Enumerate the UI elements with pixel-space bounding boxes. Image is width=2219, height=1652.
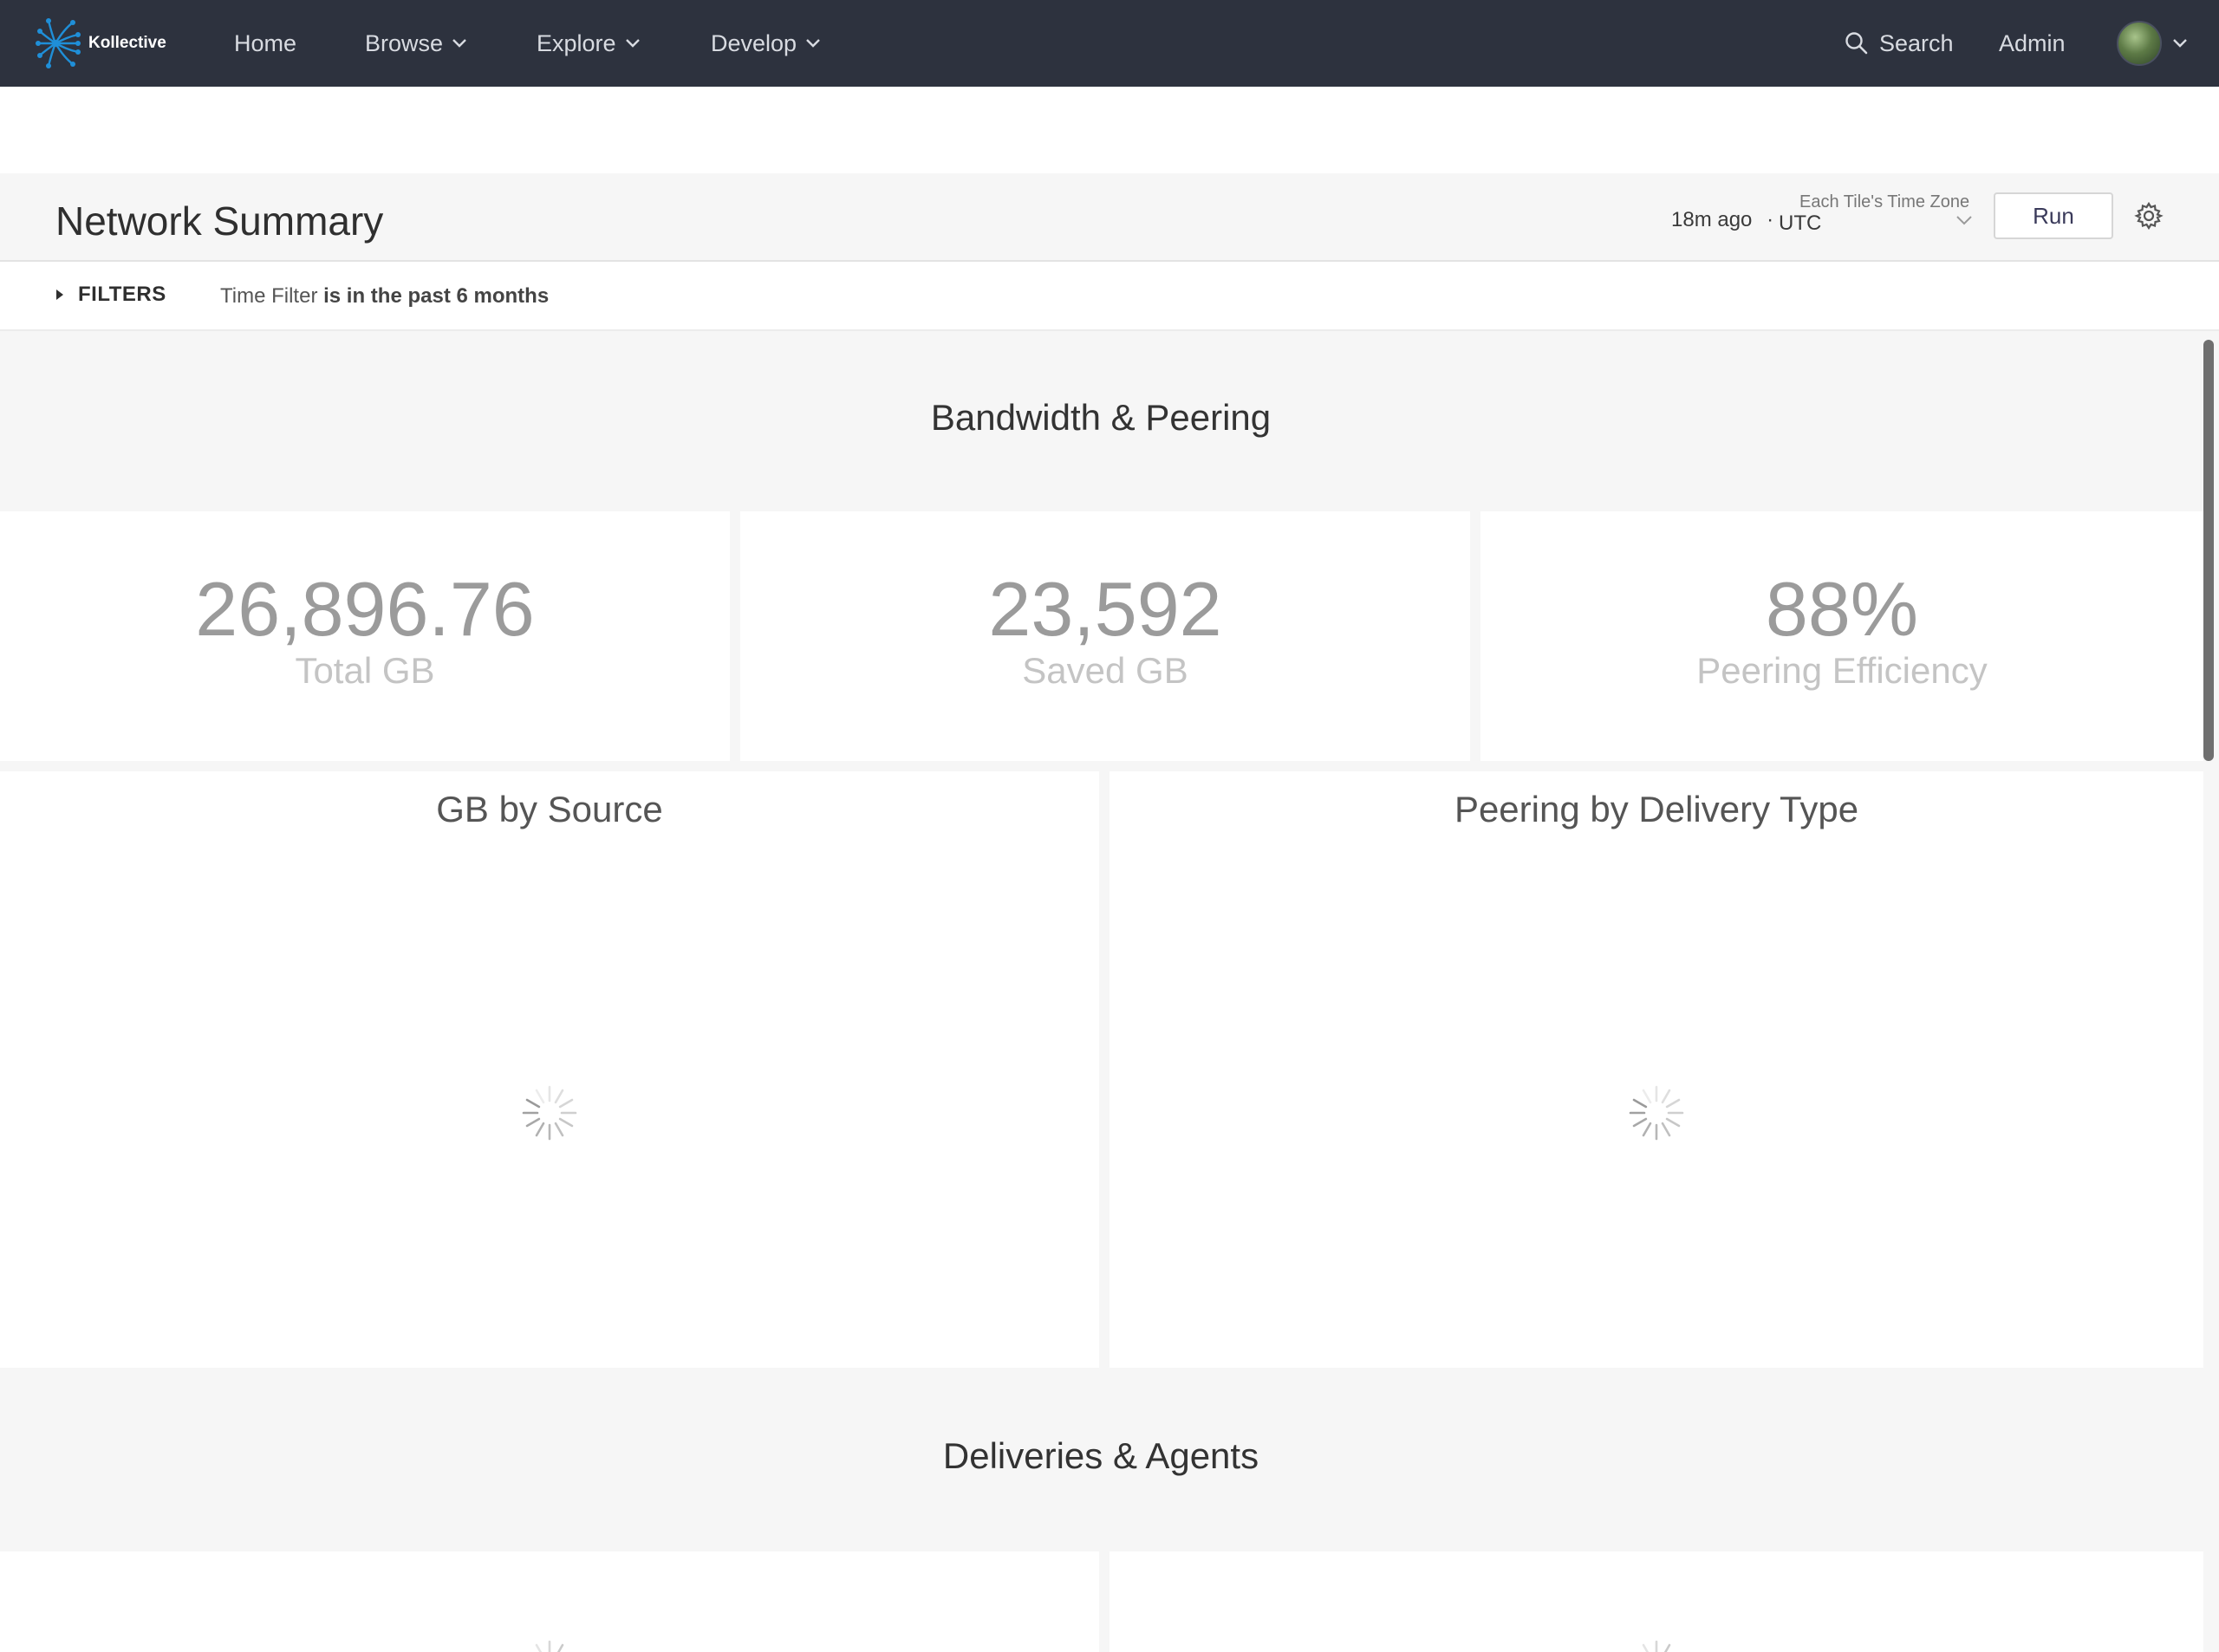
chart-title: GB by Source: [436, 789, 663, 829]
brand-logo[interactable]: Kollective: [35, 16, 166, 71]
brand-name: Kollective: [88, 34, 166, 52]
loading-spinner-icon: [1642, 1640, 1671, 1652]
kpi-label: Saved GB: [1022, 650, 1188, 691]
filters-bar: FILTERS Time Filter is in the past 6 mon…: [0, 262, 2219, 331]
kpi-tile-saved-gb[interactable]: 23,592 Saved GB: [740, 511, 1470, 761]
chevron-down-icon: [806, 39, 820, 48]
nav-develop-label: Develop: [711, 29, 797, 56]
kpi-tile-peering-efficiency[interactable]: 88% Peering Efficiency: [1480, 511, 2203, 761]
filter-summary: Time Filter is in the past 6 months: [220, 284, 549, 309]
nav-explore[interactable]: Explore: [537, 0, 641, 87]
kollective-logo-icon: [36, 18, 81, 68]
nav-browse-label: Browse: [365, 29, 444, 56]
chart-tile-gb-by-source[interactable]: GB by Source: [0, 771, 1099, 1368]
chart-tile-deliveries-right[interactable]: [1110, 1551, 2203, 1652]
nav-explore-label: Explore: [537, 29, 616, 56]
vertical-scrollbar[interactable]: [2203, 340, 2214, 761]
search-button[interactable]: Search: [1845, 0, 1954, 87]
chart-tile-peering-by-delivery-type[interactable]: Peering by Delivery Type: [1110, 771, 2203, 1368]
loading-spinner-icon: [1629, 1085, 1684, 1141]
search-label: Search: [1879, 29, 1954, 56]
kpi-tile-total-gb[interactable]: 26,896.76 Total GB: [0, 511, 730, 761]
filter-field: Time Filter: [220, 284, 318, 308]
filter-condition: is in the past 6 months: [323, 284, 550, 308]
kpi-value: 26,896.76: [195, 566, 535, 652]
section-title-bandwidth: Bandwidth & Peering: [930, 397, 1272, 438]
chart-title: Peering by Delivery Type: [1454, 789, 1859, 829]
run-button[interactable]: Run: [1994, 192, 2113, 239]
user-menu[interactable]: [2117, 0, 2188, 87]
spacer-strip: [0, 87, 2219, 173]
timezone-select[interactable]: UTC: [1779, 211, 1821, 236]
timezone-label: Each Tile's Time Zone: [1799, 192, 1970, 211]
search-icon: [1845, 32, 1868, 55]
nav-browse[interactable]: Browse: [365, 0, 467, 87]
filters-toggle[interactable]: FILTERS: [55, 283, 166, 307]
nav-admin[interactable]: Admin: [1999, 0, 2066, 87]
top-navigation: Kollective Home Browse Explore Develop S…: [0, 0, 2219, 87]
chevron-down-icon: [2173, 39, 2187, 48]
gear-icon[interactable]: [2134, 201, 2164, 231]
kpi-label: Peering Efficiency: [1696, 650, 1988, 691]
separator-dot: ·: [1767, 208, 1774, 231]
avatar: [2117, 21, 2162, 66]
page-title: Network Summary: [55, 198, 384, 244]
caret-right-icon: [56, 289, 63, 300]
chart-tile-deliveries-left[interactable]: [0, 1551, 1099, 1652]
nav-home[interactable]: Home: [234, 0, 296, 87]
dashboard-header: Network Summary: [0, 173, 2219, 262]
loading-spinner-icon: [535, 1640, 564, 1652]
kpi-value: 23,592: [988, 566, 1222, 652]
last-run-time: 18m ago ·: [1671, 208, 1773, 232]
kpi-value: 88%: [1765, 566, 1919, 652]
admin-label: Admin: [1999, 29, 2066, 56]
loading-spinner-icon: [522, 1085, 577, 1141]
chevron-down-icon[interactable]: [1955, 215, 1973, 225]
nav-develop[interactable]: Develop: [711, 0, 821, 87]
filters-label: FILTERS: [78, 283, 166, 306]
chevron-down-icon: [625, 39, 640, 48]
section-title-deliveries: Deliveries & Agents: [942, 1435, 1259, 1476]
chevron-down-icon: [452, 39, 466, 48]
last-run-label: 18m ago: [1671, 208, 1753, 231]
kpi-label: Total GB: [295, 650, 435, 691]
nav-home-label: Home: [234, 29, 297, 56]
